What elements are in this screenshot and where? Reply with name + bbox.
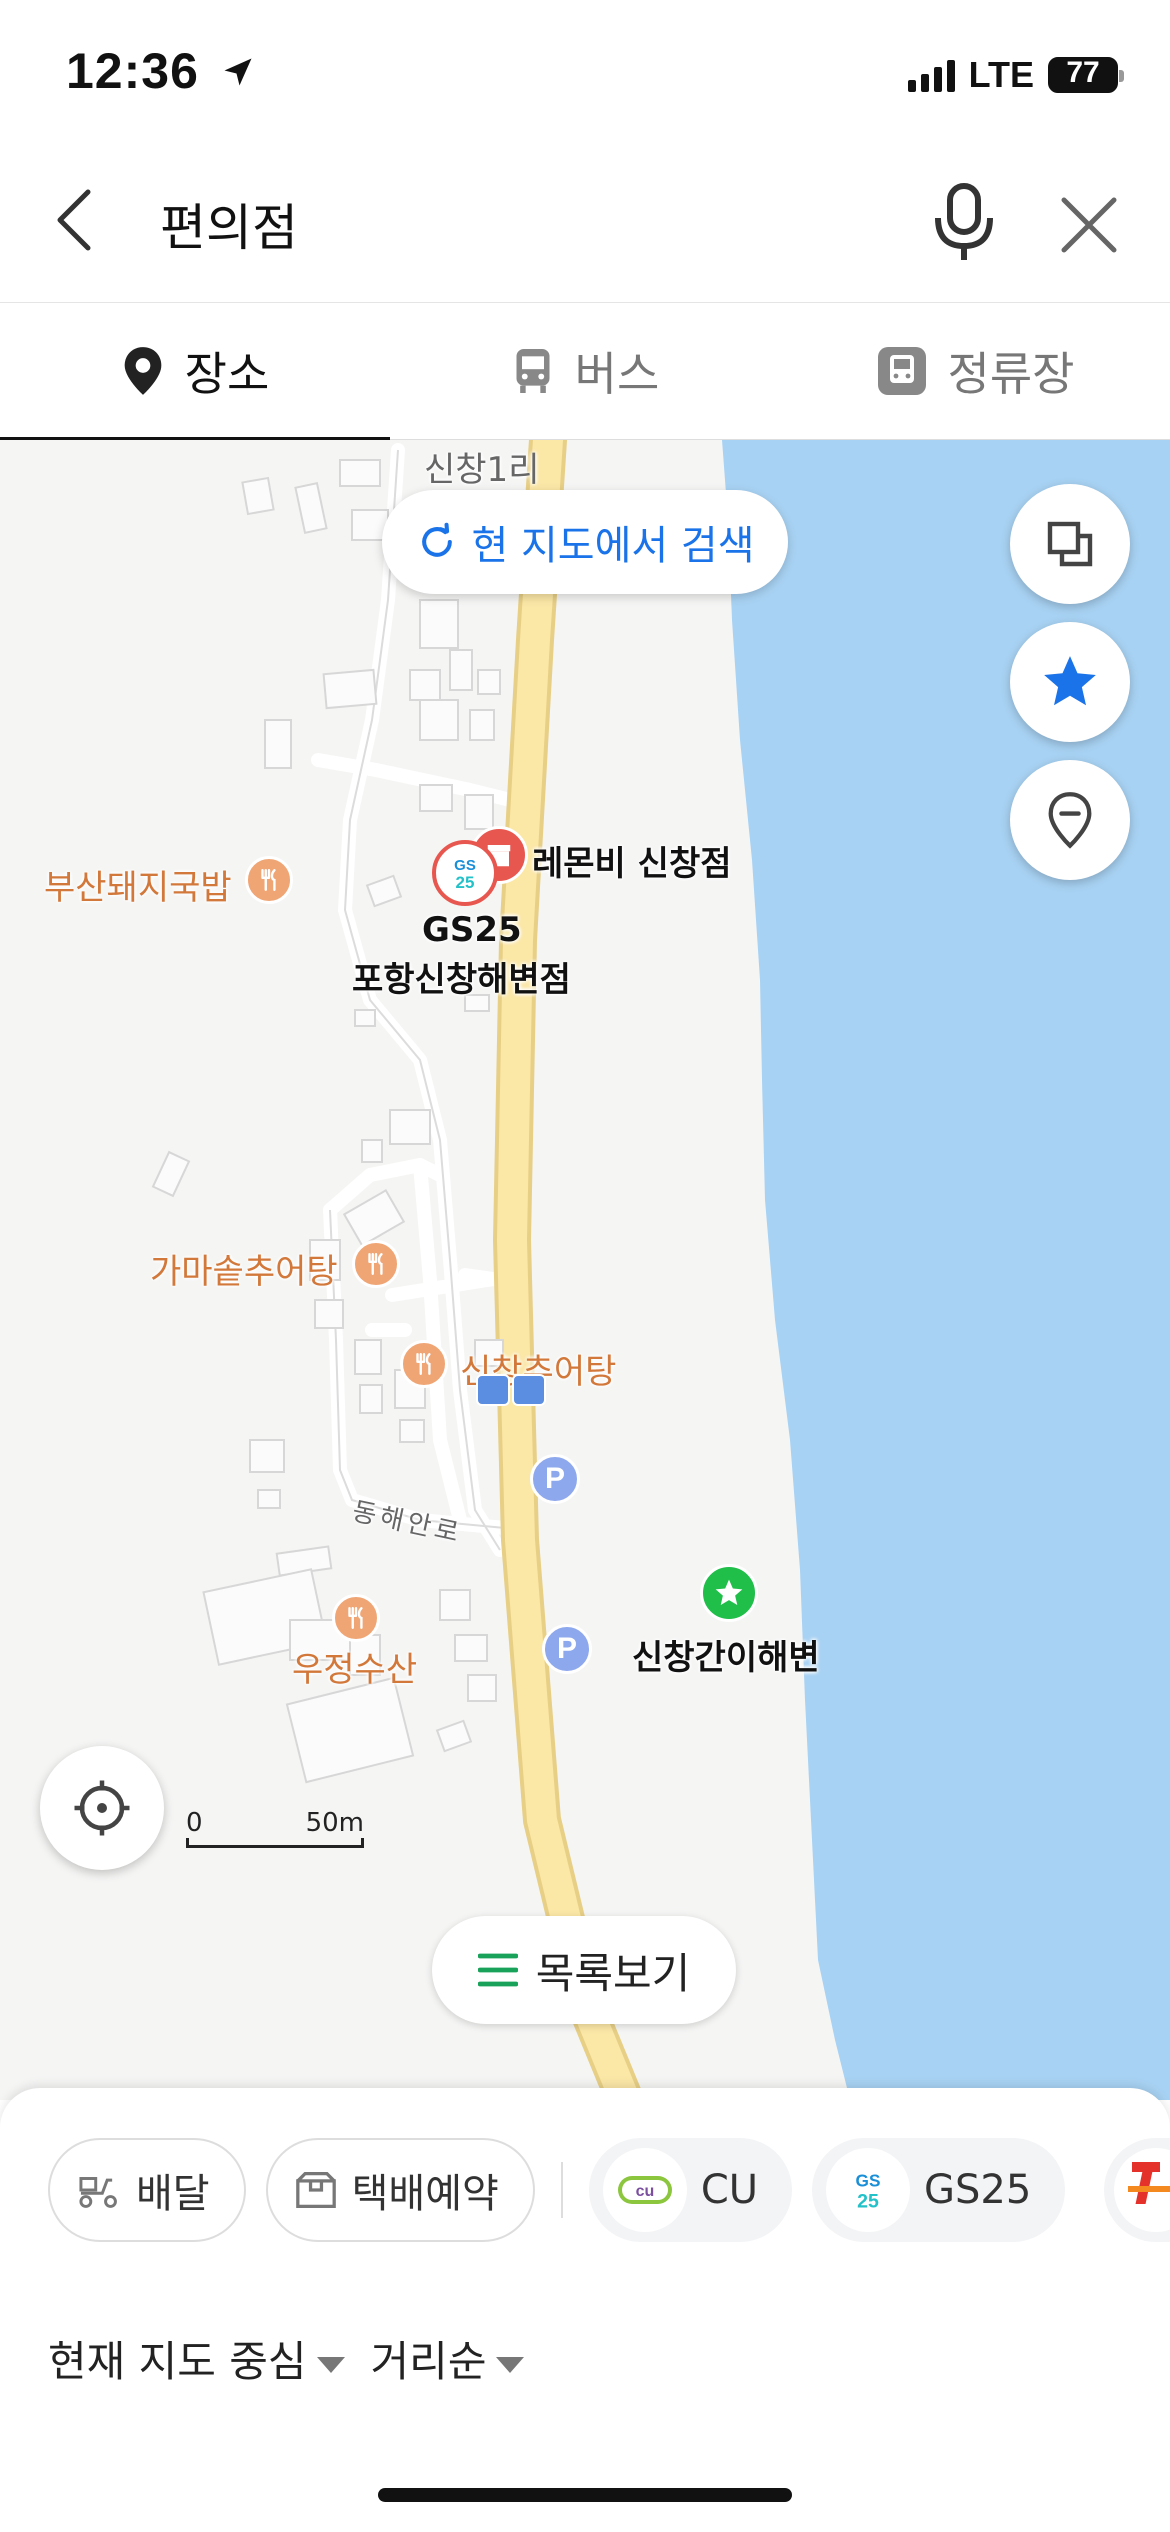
beach-label[interactable]: 신창간이해변 <box>632 1630 820 1679</box>
favorites-button[interactable] <box>1010 622 1130 742</box>
voice-search-button[interactable] <box>924 178 1004 268</box>
close-icon <box>1061 197 1117 253</box>
home-indicator <box>378 2488 792 2502</box>
svg-text:GS: GS <box>454 857 476 874</box>
scale-distance: 50m <box>305 1808 364 1838</box>
location-filter-label: 현재 지도 중심 <box>48 2337 307 2386</box>
ujeong-marker[interactable] <box>332 1594 380 1642</box>
gs25-logo: GS25 <box>454 857 476 892</box>
microphone-icon <box>935 183 993 260</box>
results-sheet: 배달 택배예약 cu CU GS 25 GS25 현재 지도 중심 거리순 <box>0 2088 1170 2532</box>
location-arrow-icon <box>224 58 252 86</box>
caret-down-icon <box>316 2356 345 2373</box>
bus-icon <box>516 349 550 393</box>
clear-search-button[interactable] <box>1054 190 1124 260</box>
sort-filters: 현재 지도 중심 거리순 <box>48 2328 525 2389</box>
delivery-chip[interactable]: 배달 <box>48 2138 246 2242</box>
layers-icon <box>1047 521 1093 567</box>
parking-marker-2[interactable]: P <box>542 1624 592 1674</box>
gs25-marker[interactable]: GS 25 <box>432 840 498 906</box>
svg-text:25: 25 <box>456 873 475 892</box>
battery-level: 77 <box>1066 56 1100 89</box>
chip-divider <box>560 2162 563 2218</box>
star-icon <box>1044 656 1096 706</box>
tab-bus[interactable]: 버스 <box>390 303 780 439</box>
gs25-logo: GS25 <box>826 2148 911 2232</box>
scale-bar <box>186 1838 364 1848</box>
sort-filter[interactable]: 거리순 <box>371 2328 525 2389</box>
sort-filter-label: 거리순 <box>370 2337 487 2386</box>
ujeong-label[interactable]: 우정수산 <box>292 1642 417 1691</box>
research-this-area-button[interactable]: 현 지도에서 검색 <box>382 490 788 594</box>
battery-icon: 77 <box>1048 56 1124 93</box>
village-label: 신창1리 <box>424 450 540 490</box>
place-pin-icon <box>124 347 162 395</box>
tab-bus-label: 버스 <box>574 347 660 401</box>
cellular-signal-icon <box>907 58 955 92</box>
tab-places-label: 장소 <box>184 347 270 401</box>
list-view-button[interactable]: 목록보기 <box>432 1916 736 2024</box>
sinchang-chueo-marker[interactable] <box>400 1340 448 1388</box>
seven-eleven-logo <box>1114 2148 1170 2232</box>
search-input[interactable]: 편의점 <box>160 188 298 260</box>
busan-marker[interactable] <box>245 856 293 904</box>
restaurant-icon <box>368 1253 383 1275</box>
list-view-label: 목록보기 <box>535 1948 691 1998</box>
busan-label[interactable]: 부산돼지국밥 <box>44 860 232 909</box>
delivery-scooter-icon <box>79 2177 117 2208</box>
status-indicators: LTE 77 <box>907 50 1124 100</box>
gs25-chip-label: GS25 <box>924 2167 1032 2213</box>
restaurant-icon <box>261 869 276 891</box>
back-button[interactable] <box>40 180 112 260</box>
map-layers-button[interactable] <box>1010 484 1130 604</box>
search-category-tabs: 장소 버스 정류장 <box>0 302 1170 441</box>
delivery-chip-label: 배달 <box>136 2171 210 2217</box>
refresh-icon <box>422 522 453 557</box>
svg-text:cu: cu <box>635 2183 654 2200</box>
map-scale: 0 50m <box>186 1808 364 1848</box>
gs25-name-label[interactable]: GS25 <box>422 910 522 950</box>
restaurant-icon <box>348 1607 363 1629</box>
research-label: 현 지도에서 검색 <box>471 523 755 569</box>
my-places-button[interactable] <box>1010 760 1130 880</box>
seven-eleven-chip[interactable] <box>1104 2138 1170 2242</box>
tab-bus-stops[interactable]: 정류장 <box>780 303 1170 439</box>
restaurant-icon <box>416 1353 431 1375</box>
star-icon <box>715 1579 743 1605</box>
svg-text:25: 25 <box>857 2190 879 2212</box>
chevron-left-icon <box>57 189 91 251</box>
gamasot-label[interactable]: 가마솥추어탕 <box>150 1244 338 1293</box>
location-marker-outline-icon <box>1048 792 1092 849</box>
network-type: LTE <box>968 54 1034 95</box>
current-location-button[interactable] <box>40 1746 164 1870</box>
cu-logo: cu <box>602 2148 687 2232</box>
gamasot-marker[interactable] <box>352 1240 400 1288</box>
tab-places[interactable]: 장소 <box>0 303 390 441</box>
parcel-box-icon <box>295 2172 336 2208</box>
location-filter[interactable]: 현재 지도 중심 <box>48 2328 345 2389</box>
gs25-chip[interactable]: GS 25 GS25 <box>812 2138 1066 2242</box>
beach-marker[interactable] <box>700 1564 758 1622</box>
parking-marker-1[interactable]: P <box>530 1454 580 1504</box>
svg-text:GS: GS <box>856 2171 881 2191</box>
status-time: 12:36 <box>66 42 256 100</box>
caret-down-icon <box>496 2356 525 2373</box>
parcel-chip-label: 택배예약 <box>351 2171 499 2217</box>
bus-stop-marker-2[interactable] <box>512 1374 546 1406</box>
lemonbee-label[interactable]: 레몬비 신창점 <box>532 836 732 885</box>
map-view[interactable]: 현 지도에서 검색 신창1리 레몬비 신창점 GS 25 GS25 포항신창해변점… <box>0 440 1170 2100</box>
bus-stop-icon <box>877 347 926 395</box>
gs25-branch-label[interactable]: 포항신창해변점 <box>352 952 571 1001</box>
cu-chip[interactable]: cu CU <box>588 2138 793 2242</box>
crosshair-icon <box>74 1780 130 1836</box>
cu-chip-label: CU <box>700 2167 759 2213</box>
bus-stop-marker-1[interactable] <box>476 1374 510 1406</box>
list-icon <box>477 1953 518 1987</box>
filter-chips: 배달 택배예약 cu CU GS 25 GS25 <box>48 2138 1066 2242</box>
status-time-text: 12:36 <box>66 43 199 99</box>
parcel-reservation-chip[interactable]: 택배예약 <box>265 2138 535 2242</box>
tab-bus-stops-label: 정류장 <box>947 347 1075 401</box>
scale-zero: 0 <box>186 1808 203 1838</box>
